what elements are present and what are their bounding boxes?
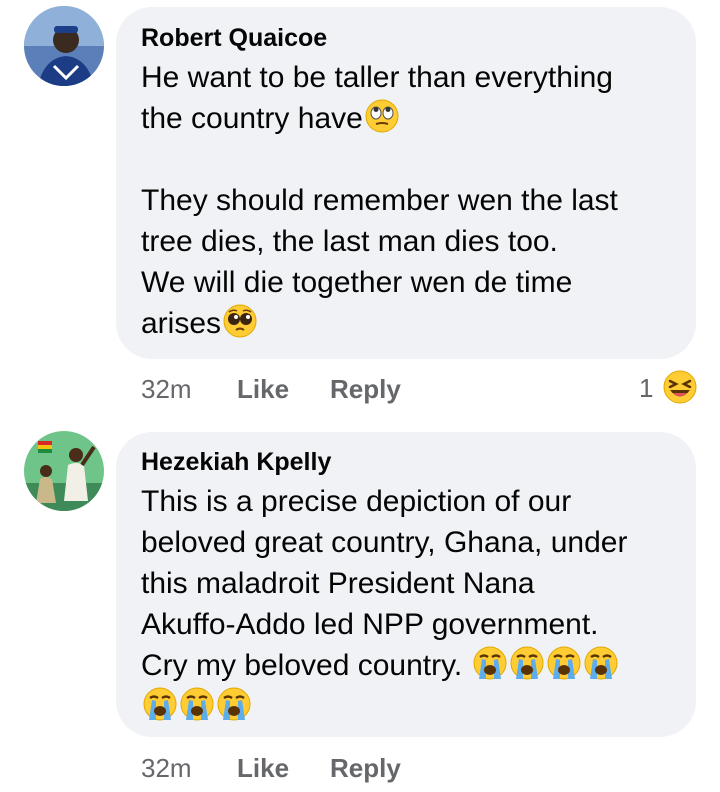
comment-line: this maladroit President Nana: [141, 567, 535, 600]
profile-photo: [24, 6, 104, 86]
comment-text: He want to be taller than everything the…: [141, 57, 618, 344]
loudly-crying-face-icon: [509, 645, 545, 681]
comment-line: beloved great country, Ghana, under: [141, 526, 628, 559]
comment-line: arises: [141, 303, 618, 344]
comment-line: Akuffo-Addo led NPP government.: [141, 608, 599, 641]
comment-text: This is a precise depiction of our belov…: [141, 481, 627, 727]
comment-line: He want to be taller than everything: [141, 61, 613, 94]
loudly-crying-face-icon: [142, 686, 178, 722]
loudly-crying-face-icon: [472, 645, 508, 681]
comment-line: They should remember wen the last: [141, 184, 618, 217]
comment-line: This is a precise depiction of our: [141, 485, 572, 518]
reaction-count: 1: [639, 373, 654, 403]
reply-button[interactable]: Reply: [330, 374, 401, 405]
loudly-crying-face-icon: [216, 686, 252, 722]
avatar-robert-quaicoe[interactable]: [24, 6, 104, 86]
comment-line: We will die together wen de time: [141, 266, 573, 299]
avatar-hezekiah-kpelly[interactable]: [24, 431, 104, 511]
laughing-face-icon: [662, 369, 698, 405]
comment-line: tree dies, the last man dies too.: [141, 225, 558, 258]
reply-button[interactable]: Reply: [330, 753, 401, 784]
pleading-face-icon: [222, 303, 258, 339]
comment-author[interactable]: Robert Quaicoe: [141, 24, 327, 53]
comment-line: the country have: [141, 98, 618, 139]
comment-line: [141, 686, 627, 727]
loudly-crying-face-icon: [583, 645, 619, 681]
like-button[interactable]: Like: [237, 374, 289, 405]
comment-line: Cry my beloved country.: [141, 645, 627, 686]
loudly-crying-face-icon: [179, 686, 215, 722]
profile-photo: [24, 431, 104, 511]
face-with-rolling-eyes-icon: [364, 98, 400, 134]
loudly-crying-face-icon: [546, 645, 582, 681]
comment-author[interactable]: Hezekiah Kpelly: [141, 448, 331, 477]
comment-timestamp[interactable]: 32m: [141, 374, 192, 405]
like-button[interactable]: Like: [237, 753, 289, 784]
comment-timestamp[interactable]: 32m: [141, 753, 192, 784]
